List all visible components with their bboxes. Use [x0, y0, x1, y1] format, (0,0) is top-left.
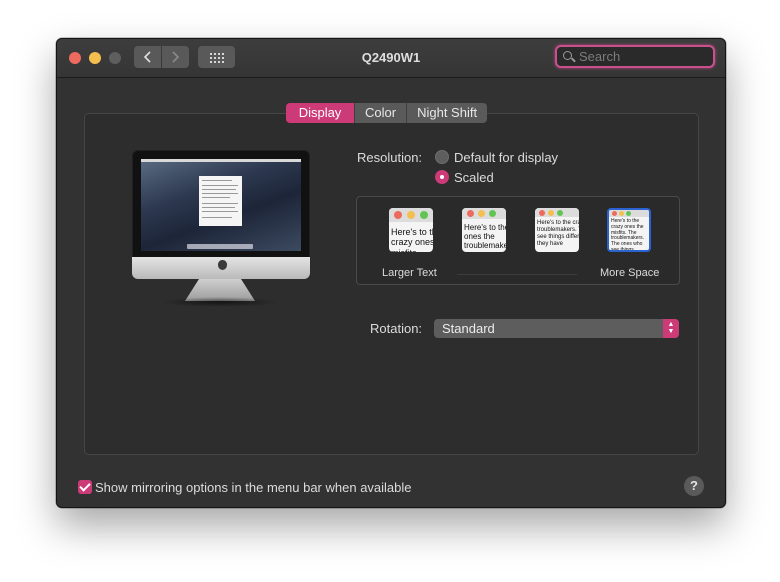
scale-option-4-text: Here's to the crazy ones the misfits. Th…: [611, 218, 645, 252]
mirroring-label[interactable]: Show mirroring options in the menu bar w…: [95, 480, 412, 495]
larger-text-label: Larger Text: [382, 267, 437, 279]
tab-display[interactable]: Display: [286, 103, 355, 123]
rotation-popup[interactable]: Standard ▲ ▼: [434, 319, 679, 338]
scale-option-1-text: Here's to the crazy ones the misfits: [391, 227, 433, 252]
scale-option-1[interactable]: Here's to the crazy ones the misfits: [389, 208, 433, 252]
scaling-options: Here's to the crazy ones the misfits Her…: [356, 196, 680, 285]
updown-arrows-icon: ▲ ▼: [663, 319, 679, 338]
radio-scaled[interactable]: [435, 170, 449, 184]
search-icon: [563, 51, 572, 60]
title-bar: Q2490W1 Search: [57, 39, 725, 78]
rotation-value: Standard: [442, 321, 495, 336]
tab-color[interactable]: Color: [355, 103, 408, 123]
search-placeholder[interactable]: Search: [579, 49, 620, 64]
preferences-window: Q2490W1 Search Display Color Night Shift: [56, 38, 726, 508]
apple-logo-icon: [218, 260, 227, 270]
more-space-label: More Space: [600, 267, 660, 279]
search-field[interactable]: Search: [555, 45, 715, 68]
default-for-display-label[interactable]: Default for display: [454, 150, 558, 165]
scaled-label[interactable]: Scaled: [454, 170, 494, 185]
scale-option-2-text: Here's to the crazy ones the troublemake…: [464, 223, 506, 251]
imac-chin: [132, 257, 310, 279]
radio-default-for-display[interactable]: [435, 150, 449, 164]
scale-option-3-text: Here's to the crazy ones the troublemake…: [537, 220, 579, 247]
scale-option-4[interactable]: Here's to the crazy ones the misfits. Th…: [607, 208, 651, 252]
imac-illustration: [132, 150, 310, 259]
tab-bar: Display Color Night Shift: [286, 103, 488, 123]
tab-night-shift[interactable]: Night Shift: [407, 103, 488, 123]
imac-display-image: [141, 159, 301, 251]
help-button[interactable]: ?: [684, 476, 704, 496]
scale-option-3[interactable]: Here's to the crazy ones the troublemake…: [535, 208, 579, 252]
scale-option-2[interactable]: Here's to the crazy ones the troublemake…: [462, 208, 506, 252]
mirroring-checkbox[interactable]: [78, 480, 92, 494]
rotation-label: Rotation:: [370, 321, 423, 336]
resolution-label: Resolution:: [357, 150, 423, 165]
